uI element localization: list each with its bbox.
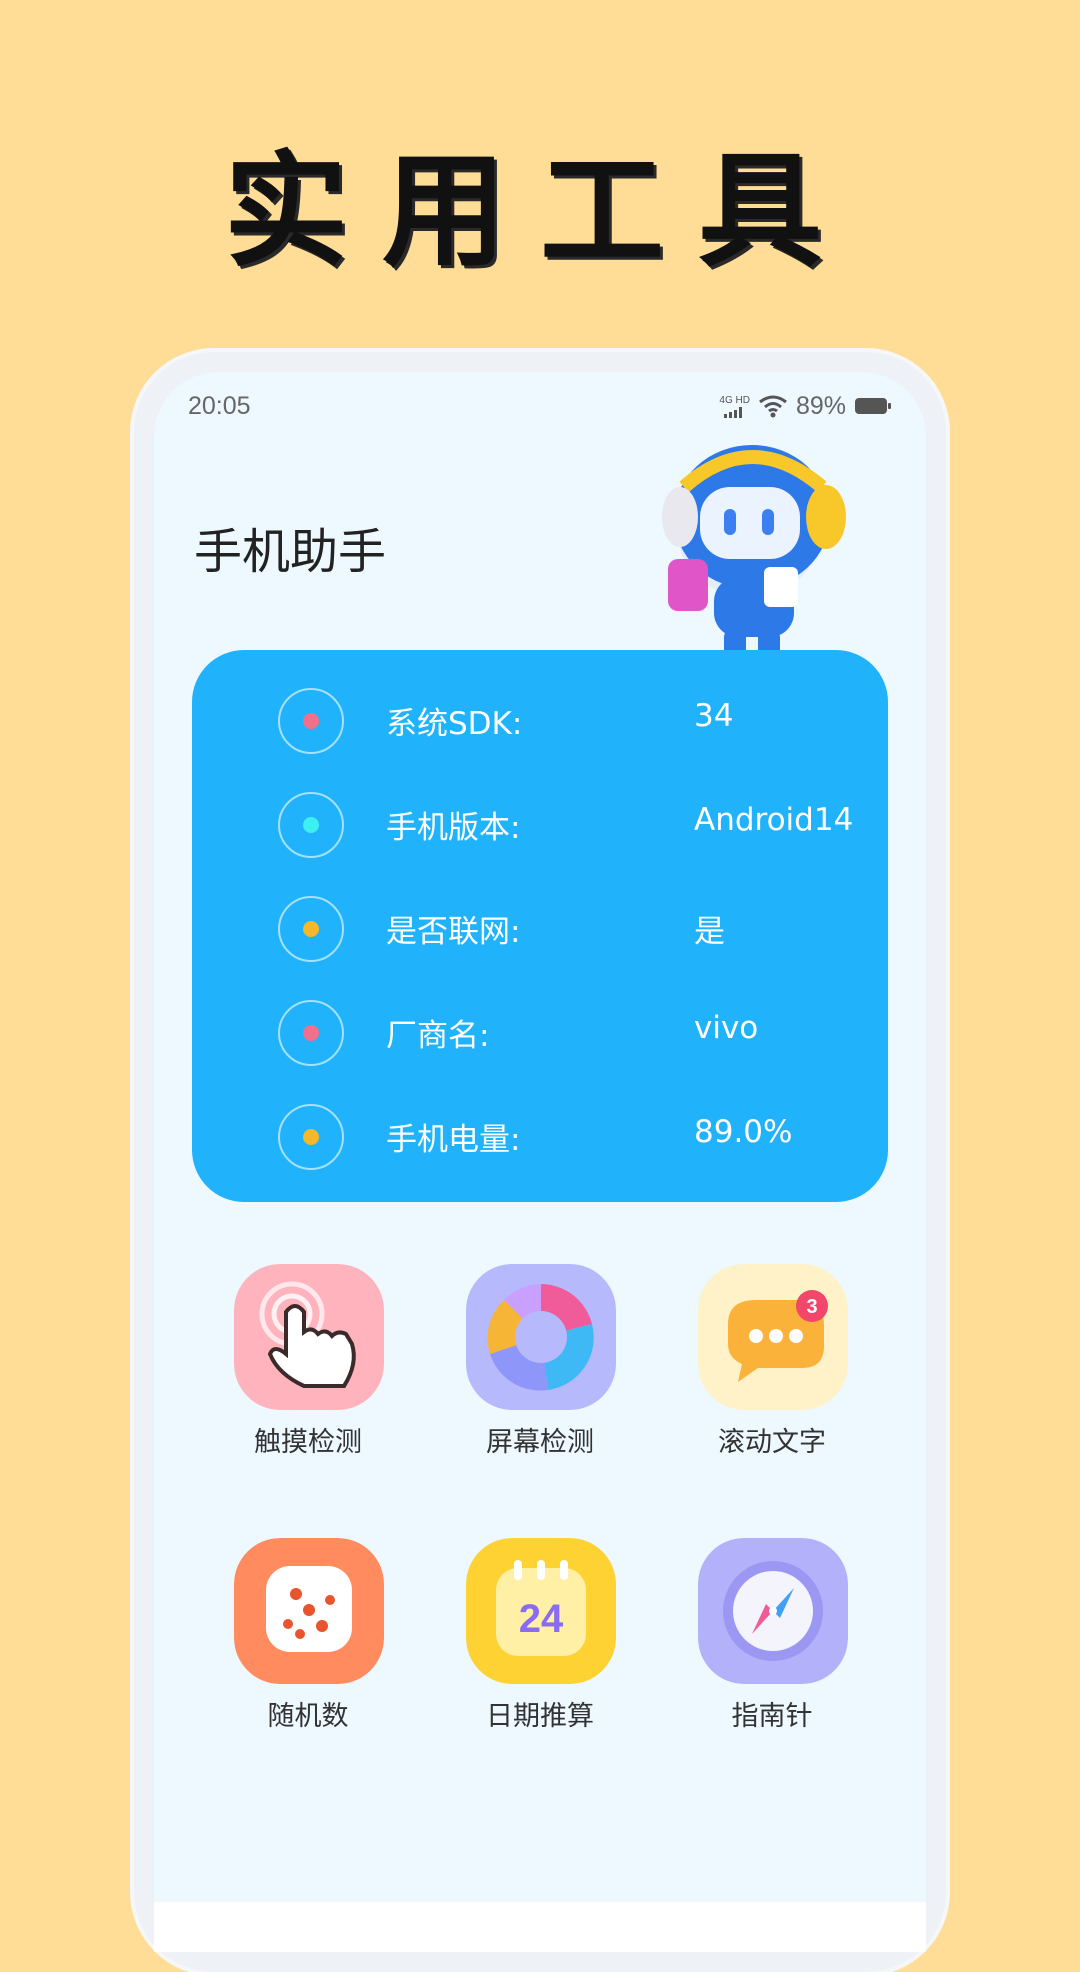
app-title: 手机助手 (194, 524, 387, 580)
compass-icon (698, 1538, 848, 1684)
info-label: 手机电量: (386, 1122, 521, 1158)
info-label: 系统SDK: (386, 706, 523, 742)
touch-hand-icon (234, 1264, 384, 1410)
tool-label: 日期推算 (486, 1701, 594, 1732)
info-row-version: 手机版本: Android14 (192, 784, 888, 864)
promo-title: 实用工具 (223, 139, 856, 284)
calendar-day: 24 (519, 1597, 564, 1641)
tool-date-calc[interactable]: 24 日期推算 (440, 1538, 640, 1738)
network-label: 4G HD (719, 394, 750, 406)
status-dot (278, 1000, 344, 1066)
info-label: 厂商名: (386, 1018, 490, 1054)
tool-label: 指南针 (731, 1701, 813, 1732)
status-time: 20:05 (188, 392, 251, 420)
chat-badge-count: 3 (806, 1296, 817, 1318)
battery-icon (855, 398, 891, 414)
info-row-battery: 手机电量: 89.0% (192, 1096, 888, 1176)
tool-label: 屏幕检测 (486, 1427, 594, 1458)
info-row-sdk: 系统SDK: 34 (192, 680, 888, 760)
status-dot (278, 896, 344, 962)
bottom-strip (154, 1902, 926, 1952)
info-value: 是 (694, 914, 725, 950)
tool-label: 触摸检测 (254, 1427, 362, 1458)
info-label: 是否联网: (386, 914, 521, 950)
status-dot (278, 1104, 344, 1170)
screen-pie-icon (466, 1264, 616, 1410)
info-label: 手机版本: (386, 810, 521, 846)
calendar-icon: 24 (466, 1538, 616, 1684)
info-value: 89.0% (694, 1114, 793, 1150)
device-info-card: 系统SDK: 34 手机版本: Android14 是否联网: 是 厂商名: v… (192, 650, 888, 1202)
robot-mascot-icon (662, 445, 846, 657)
tool-touch-test[interactable]: 触摸检测 (208, 1264, 408, 1464)
tool-screen-test[interactable]: 屏幕检测 (440, 1264, 640, 1464)
info-value: vivo (694, 1010, 759, 1046)
status-dot (278, 688, 344, 754)
info-value: 34 (694, 698, 734, 734)
info-row-network: 是否联网: 是 (192, 888, 888, 968)
tool-label: 随机数 (267, 1701, 349, 1732)
chat-bubble-icon: 3 (698, 1264, 848, 1410)
dice-icon (234, 1538, 384, 1684)
status-dot (278, 792, 344, 858)
info-value: Android14 (694, 802, 854, 838)
signal-icon (723, 406, 742, 418)
tool-random-number[interactable]: 随机数 (208, 1538, 408, 1738)
network-indicator: 4G HD (719, 395, 750, 418)
wifi-icon (759, 395, 787, 418)
phone-screen: 20:05 4G HD 89% 手机助手 系统SDK: 34 手机版本: And… (154, 372, 926, 1952)
tool-label: 滚动文字 (718, 1427, 826, 1458)
tool-scroll-text[interactable]: 3 滚动文字 (672, 1264, 872, 1464)
tool-compass[interactable]: 指南针 (672, 1538, 872, 1738)
info-row-vendor: 厂商名: vivo (192, 992, 888, 1072)
